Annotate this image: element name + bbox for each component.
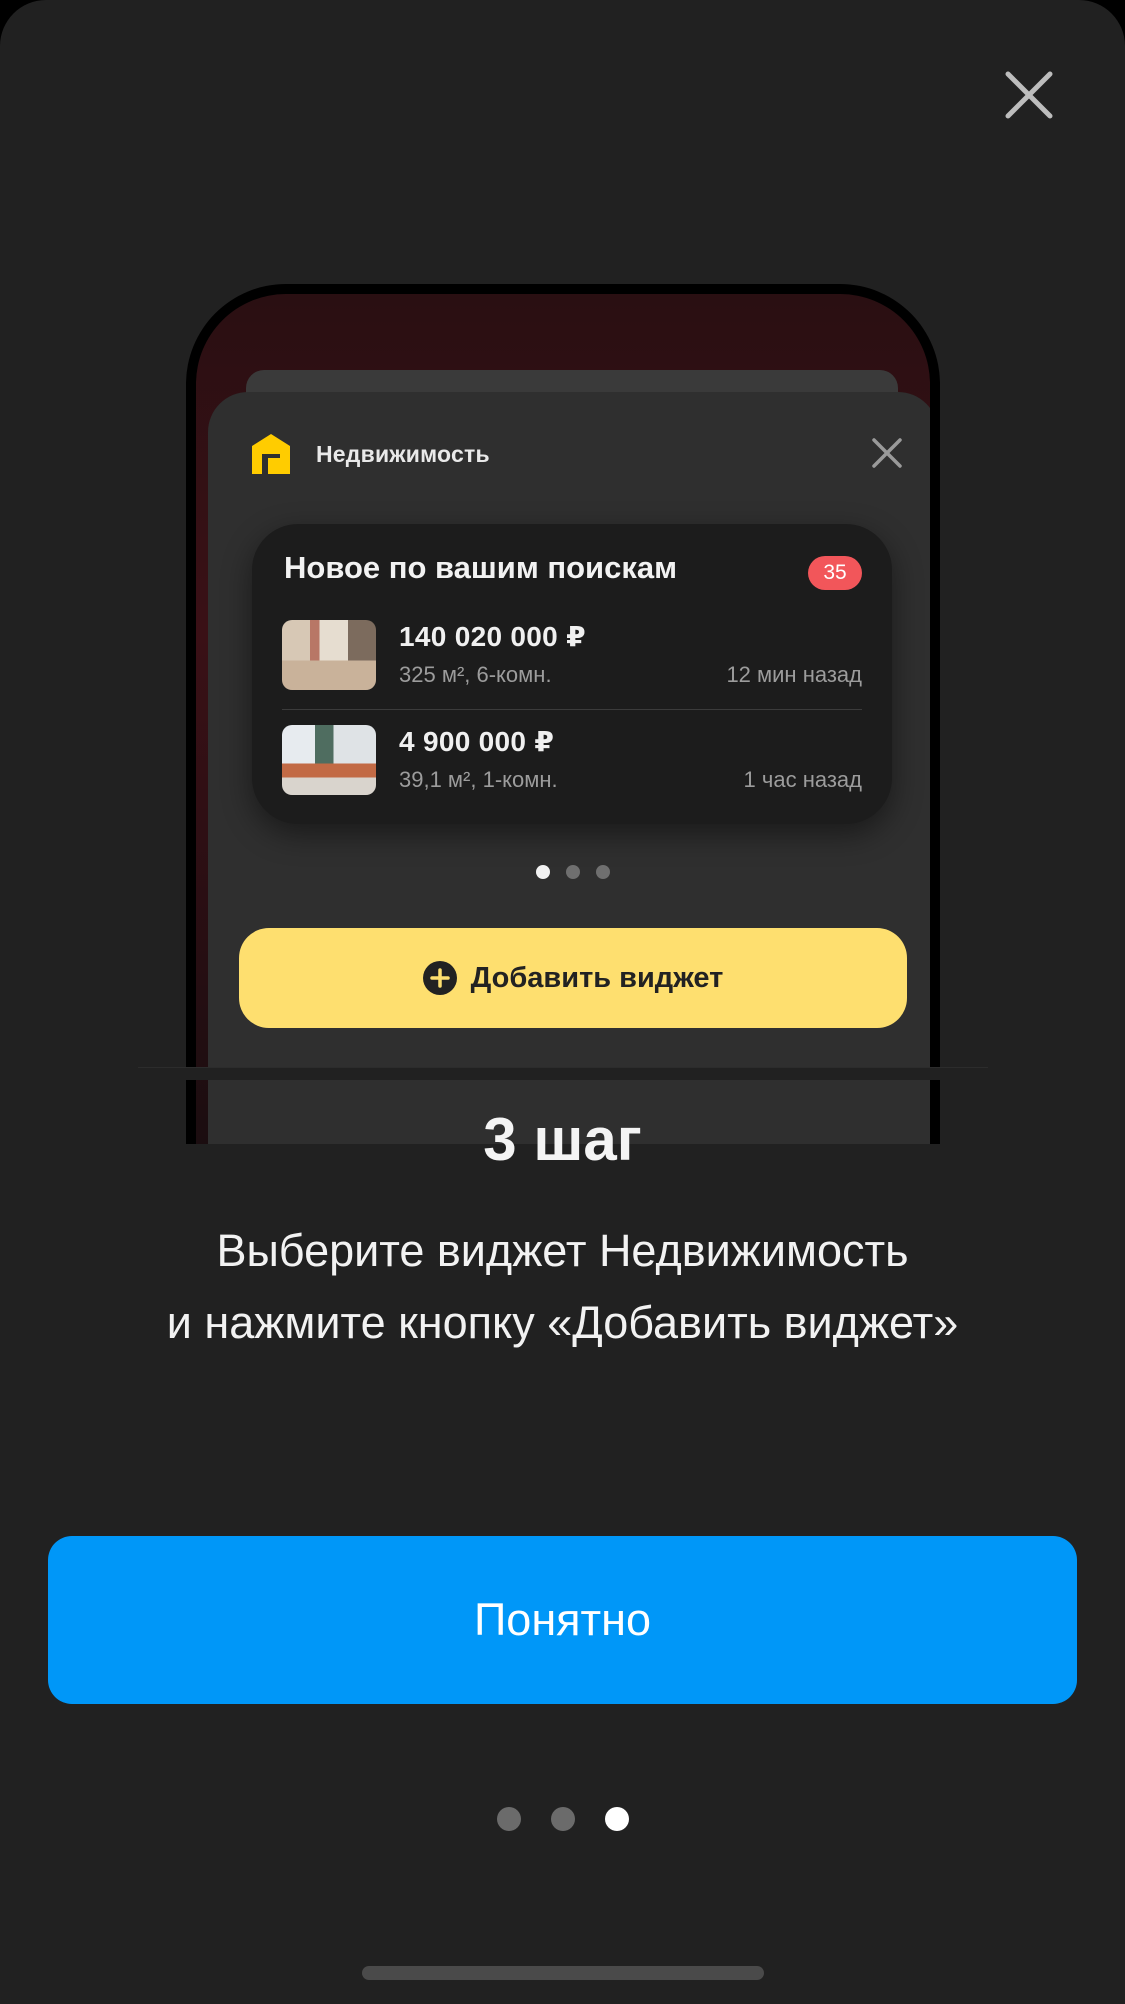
phone-mockup: Недвижимость Новое по вашим поискам 35 1… — [186, 284, 940, 1144]
home-indicator — [362, 1966, 764, 1980]
widget-preview: Новое по вашим поискам 35 140 020 000 ₽ … — [252, 524, 892, 824]
step-description-line: Выберите виджет Недвижимость — [216, 1225, 909, 1276]
widget-sheet-header: Недвижимость — [250, 430, 490, 478]
page-dot[interactable] — [496, 1807, 521, 1831]
listing-time: 12 мин назад — [726, 662, 862, 687]
close-icon[interactable] — [1000, 66, 1058, 124]
new-count-badge: 35 — [808, 556, 862, 590]
mockup-cutoff — [0, 1068, 1125, 1080]
listing-item: 4 900 000 ₽ 39,1 м², 1-комн. 1 час назад — [282, 725, 862, 797]
listing-photo — [282, 725, 376, 795]
step-title: 3 шаг — [483, 1106, 642, 1173]
listing-price: 140 020 000 ₽ — [399, 621, 586, 652]
listing-photo — [282, 620, 376, 690]
ok-button-label: Понятно — [473, 1594, 652, 1645]
widget-gallery-sheet: Недвижимость Новое по вашим поискам 35 1… — [208, 392, 930, 1144]
phone-screen: Недвижимость Новое по вашим поискам 35 1… — [196, 294, 930, 1144]
divider — [282, 709, 862, 710]
onboarding-sheet: Недвижимость Новое по вашим поискам 35 1… — [0, 0, 1125, 2004]
page-dot-active — [536, 865, 550, 879]
page-dot[interactable] — [550, 1807, 575, 1831]
step-description-line: и нажмите кнопку «Добавить виджет» — [166, 1297, 959, 1348]
house-logo-icon — [252, 434, 290, 474]
divider — [138, 1067, 988, 1068]
onboarding-pager — [0, 1807, 1125, 1831]
page-dot-active[interactable] — [604, 1807, 629, 1831]
add-widget-label: Добавить виджет — [470, 961, 724, 994]
app-name: Недвижимость — [316, 440, 490, 467]
page-dot — [566, 865, 580, 879]
close-icon[interactable] — [870, 436, 904, 470]
page-dot — [596, 865, 610, 879]
listing-item: 140 020 000 ₽ 325 м², 6-комн. 12 мин наз… — [282, 620, 862, 692]
widget-title: Новое по вашим поискам — [284, 550, 678, 585]
widget-page-dots — [208, 865, 930, 879]
listing-details: 39,1 м², 1-комн. — [399, 767, 558, 792]
listing-time: 1 час назад — [743, 767, 862, 792]
listing-details: 325 м², 6-комн. — [399, 662, 552, 687]
step-description: Выберите виджет Недвижимость и нажмите к… — [60, 1215, 1065, 1359]
ok-button[interactable]: Понятно — [48, 1536, 1077, 1704]
add-widget-button[interactable]: Добавить виджет — [239, 928, 907, 1028]
plus-circle-icon — [422, 961, 457, 995]
listing-price: 4 900 000 ₽ — [399, 726, 555, 757]
